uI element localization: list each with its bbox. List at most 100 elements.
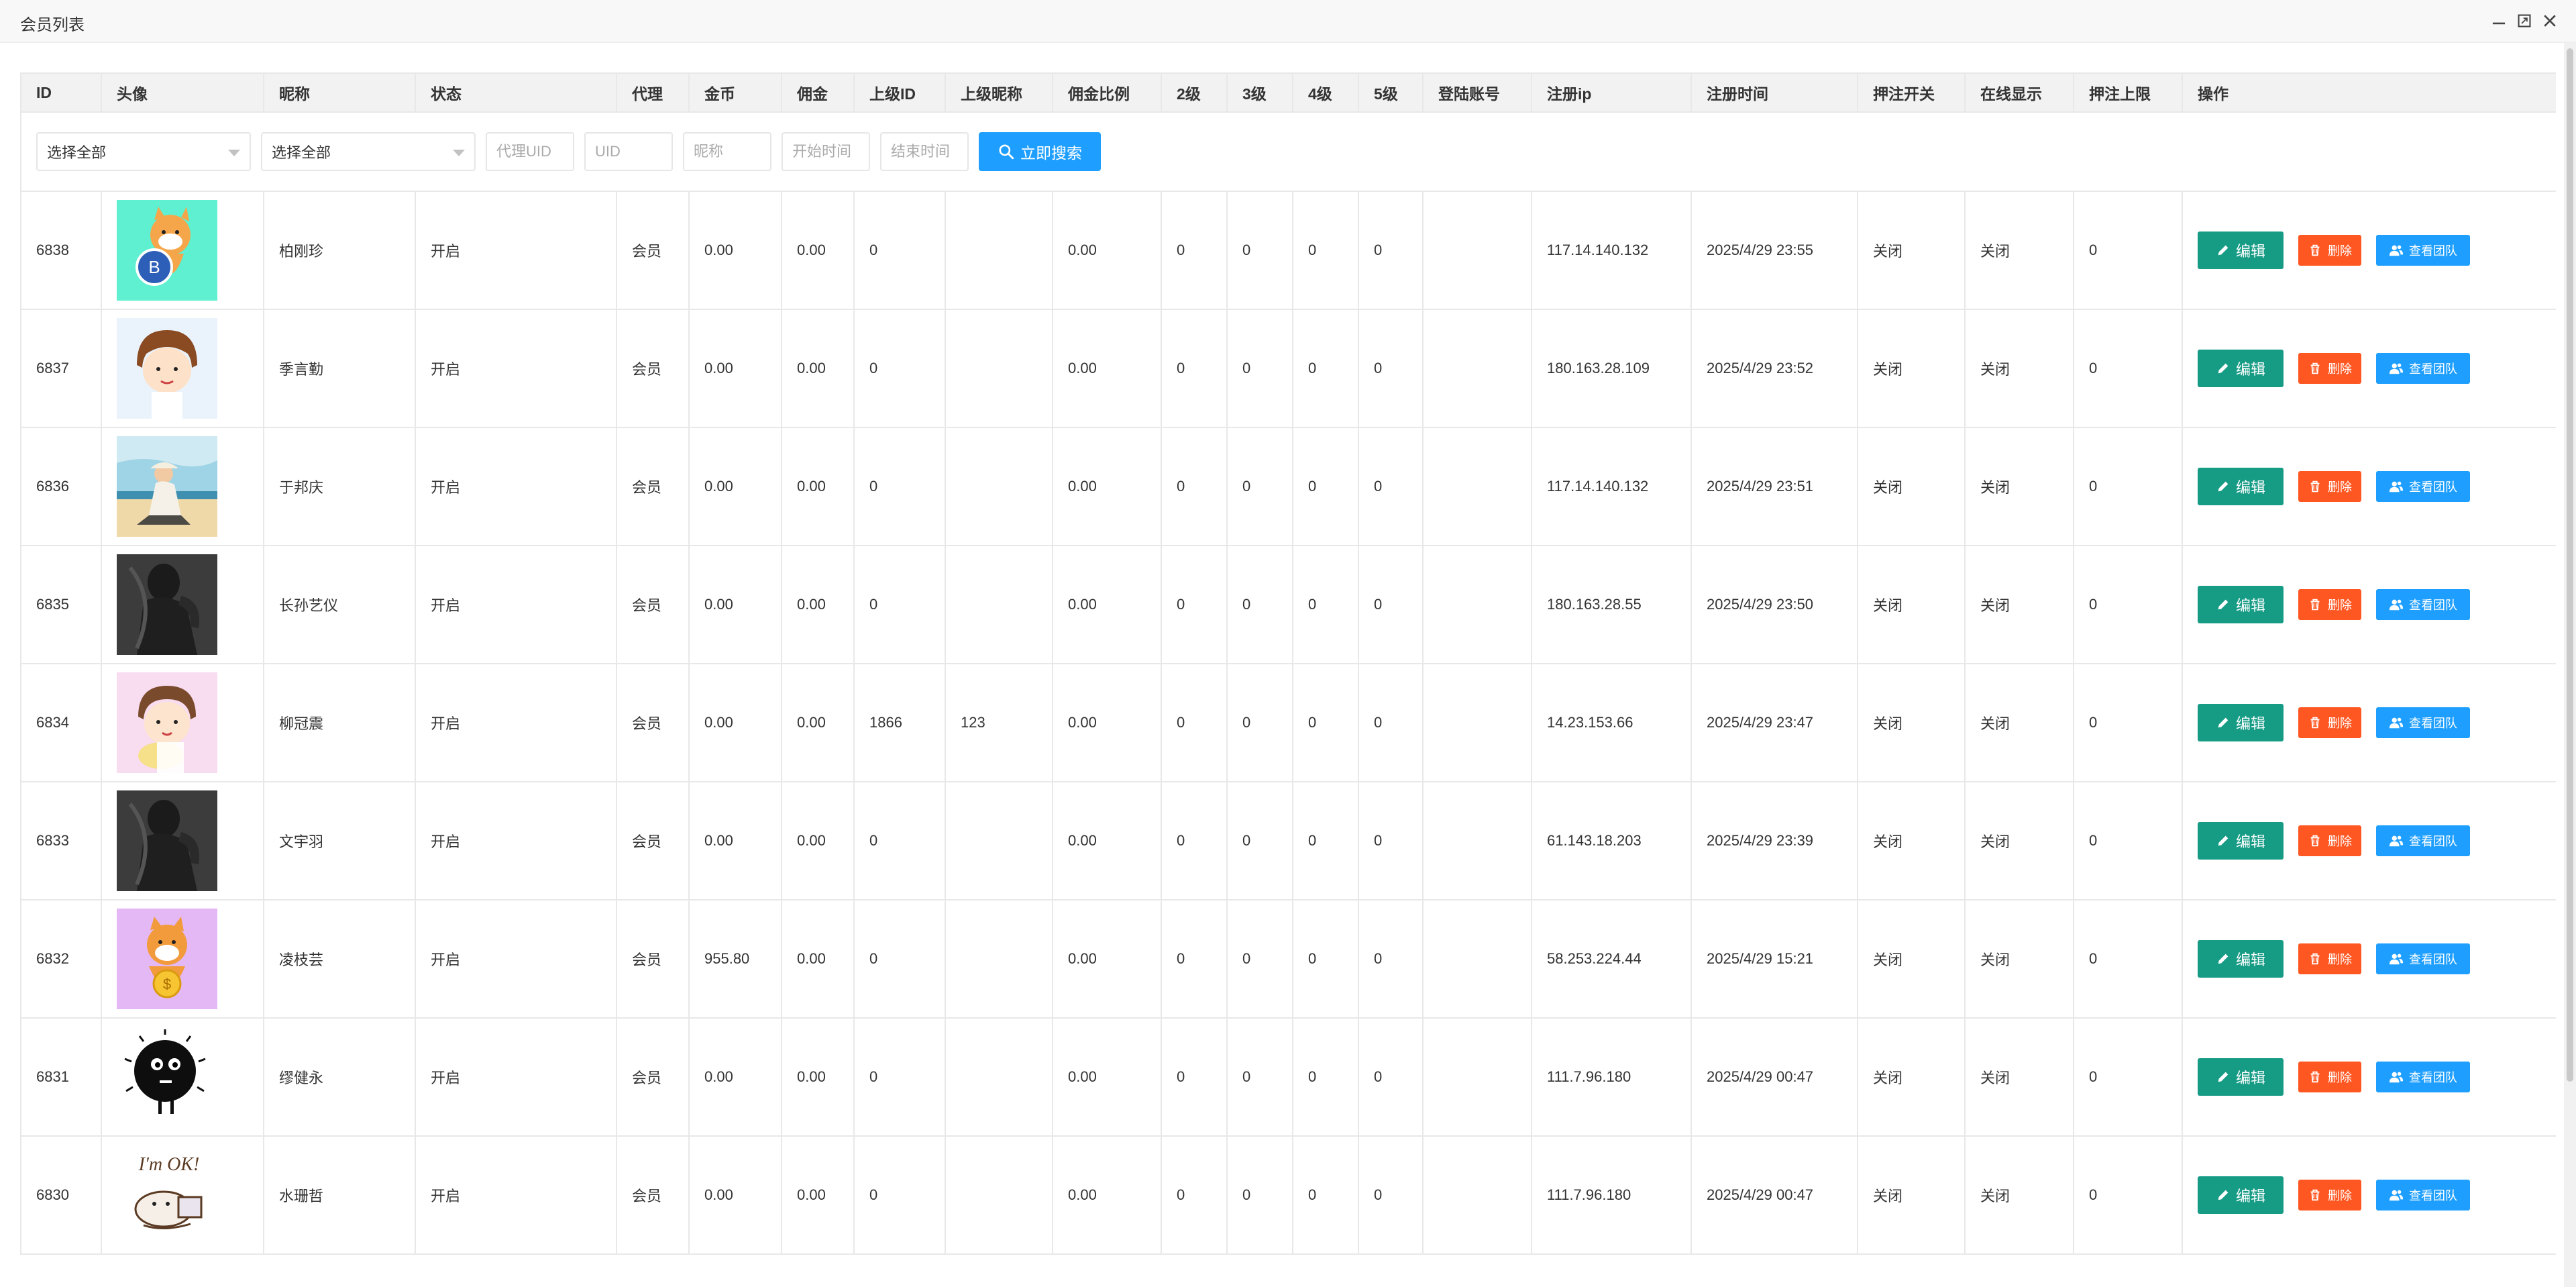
cell-id: 6831 — [20, 1017, 102, 1137]
view-team-button-label: 查看团队 — [2409, 1071, 2457, 1084]
cell-register-ip: 117.14.140.132 — [1531, 427, 1692, 546]
pencil-icon — [2218, 245, 2229, 256]
trash-icon — [2310, 480, 2320, 493]
edit-button[interactable]: 编辑 — [2198, 468, 2284, 505]
nickname-input[interactable] — [683, 132, 771, 171]
cell-status: 开启 — [415, 191, 617, 310]
delete-button[interactable]: 删除 — [2298, 471, 2361, 502]
users-icon — [2389, 1190, 2404, 1201]
cell-bet-switch: 关闭 — [1857, 781, 1966, 900]
edit-button[interactable]: 编辑 — [2198, 940, 2284, 978]
maximize-icon[interactable] — [2514, 11, 2534, 31]
cell-level-3: 0 — [1226, 1017, 1293, 1137]
pencil-icon — [2218, 481, 2229, 492]
edit-button[interactable]: 编辑 — [2198, 1176, 2284, 1214]
delete-button[interactable]: 删除 — [2298, 825, 2361, 856]
edit-button[interactable]: 编辑 — [2198, 586, 2284, 623]
cell-agent: 会员 — [616, 1017, 690, 1137]
edit-button[interactable]: 编辑 — [2198, 822, 2284, 860]
minimize-icon[interactable] — [2489, 11, 2509, 31]
cell-parent-id: 0 — [853, 1135, 946, 1255]
cell-level-3: 0 — [1226, 663, 1293, 782]
edit-button[interactable]: 编辑 — [2198, 350, 2284, 387]
delete-button-label: 删除 — [2328, 717, 2352, 730]
cell-coins: 0.00 — [688, 545, 782, 664]
chevron-down-icon — [228, 150, 240, 156]
delete-button[interactable]: 删除 — [2298, 943, 2361, 974]
cell-login-account — [1422, 191, 1532, 310]
view-team-button[interactable]: 查看团队 — [2376, 943, 2470, 974]
member-list-panel: ID 头像 昵称 状态 代理 金币 佣金 上级ID 上级昵称 佣金比例 2级 3级 4级 5级 登陆账号 注册… — [20, 72, 2556, 1287]
cell-level-3: 0 — [1226, 545, 1293, 664]
table-row: 6836 于邦庆 开启 会员 0.00 0.00 0 0.00 0 0 0 0 117.14.140.1… — [20, 427, 2556, 546]
delete-button[interactable]: 删除 — [2298, 1180, 2361, 1211]
scrollbar-thumb[interactable] — [2567, 48, 2573, 1082]
end-time-input[interactable] — [880, 132, 969, 171]
delete-button[interactable]: 删除 — [2298, 589, 2361, 620]
close-icon[interactable] — [2540, 11, 2560, 31]
view-team-button[interactable]: 查看团队 — [2376, 1062, 2470, 1092]
users-icon — [2389, 835, 2404, 847]
trash-icon — [2310, 599, 2320, 611]
window-title: 会员列表 — [20, 16, 85, 34]
avatar: $ — [117, 909, 262, 1009]
cell-level-3: 0 — [1226, 781, 1293, 900]
svg-text:I'm OK!: I'm OK! — [138, 1154, 200, 1175]
delete-button[interactable]: 删除 — [2298, 235, 2361, 266]
avatar — [117, 672, 262, 773]
cell-level-4: 0 — [1292, 309, 1359, 428]
delete-button[interactable]: 删除 — [2298, 707, 2361, 738]
view-team-button[interactable]: 查看团队 — [2376, 825, 2470, 856]
edit-button-label: 编辑 — [2235, 479, 2265, 496]
column-header: 昵称 — [263, 72, 416, 113]
view-team-button[interactable]: 查看团队 — [2376, 353, 2470, 384]
table-row: 6830 I'm OK! 水珊哲 开启 会员 0.00 0.00 0 0.00 0 0 0 0 111.7… — [20, 1135, 2556, 1255]
filter-select-2[interactable]: 选择全部 — [261, 132, 476, 171]
cell-online-display: 关闭 — [1964, 663, 2074, 782]
view-team-button[interactable]: 查看团队 — [2376, 471, 2470, 502]
cell-online-display: 关闭 — [1964, 899, 2074, 1019]
delete-button[interactable]: 删除 — [2298, 353, 2361, 384]
cell-level-2: 0 — [1161, 191, 1228, 310]
filter-select-1[interactable]: 选择全部 — [36, 132, 251, 171]
view-team-button[interactable]: 查看团队 — [2376, 707, 2470, 738]
window-titlebar: 会员列表 — [0, 0, 2576, 43]
agent-uid-input[interactable] — [486, 132, 574, 171]
cell-online-display: 关闭 — [1964, 1017, 2074, 1137]
view-team-button[interactable]: 查看团队 — [2376, 1180, 2470, 1211]
cell-bet-switch: 关闭 — [1857, 309, 1966, 428]
cell-parent-name — [945, 309, 1053, 428]
column-header: 5级 — [1358, 72, 1424, 113]
cell-avatar — [101, 781, 264, 900]
cell-agent: 会员 — [616, 781, 690, 900]
view-team-button[interactable]: 查看团队 — [2376, 589, 2470, 620]
edit-button-label: 编辑 — [2235, 715, 2265, 732]
cell-avatar — [101, 663, 264, 782]
cell-bet-switch: 关闭 — [1857, 1017, 1966, 1137]
trash-icon — [2310, 362, 2320, 374]
edit-button[interactable]: 编辑 — [2198, 704, 2284, 741]
cell-ratio: 0.00 — [1052, 1135, 1162, 1255]
vertical-scrollbar[interactable] — [2564, 43, 2576, 1287]
uid-input[interactable] — [584, 132, 673, 171]
delete-button-label: 删除 — [2328, 362, 2352, 376]
cell-bet-limit: 0 — [2073, 899, 2183, 1019]
search-button[interactable]: 立即搜索 — [979, 132, 1101, 171]
start-time-input[interactable] — [782, 132, 870, 171]
cell-level-4: 0 — [1292, 1017, 1359, 1137]
cell-level-3: 0 — [1226, 899, 1293, 1019]
delete-button-label: 删除 — [2328, 1071, 2352, 1084]
edit-button[interactable]: 编辑 — [2198, 1058, 2284, 1096]
edit-button[interactable]: 编辑 — [2198, 231, 2284, 269]
table-row: 6831 缪健永 开启 会员 0.00 0.00 0 0.00 0 0 0 0 111.7.96.180… — [20, 1017, 2556, 1137]
cell-commission: 0.00 — [781, 191, 855, 310]
cell-register-time: 2025/4/29 15:21 — [1690, 899, 1858, 1019]
cell-ratio: 0.00 — [1052, 1017, 1162, 1137]
cell-parent-id: 0 — [853, 309, 946, 428]
delete-button[interactable]: 删除 — [2298, 1062, 2361, 1092]
cell-bet-limit: 0 — [2073, 1135, 2183, 1255]
cell-coins: 0.00 — [688, 781, 782, 900]
view-team-button[interactable]: 查看团队 — [2376, 235, 2470, 266]
cell-level-4: 0 — [1292, 781, 1359, 900]
cell-coins: 0.00 — [688, 191, 782, 310]
